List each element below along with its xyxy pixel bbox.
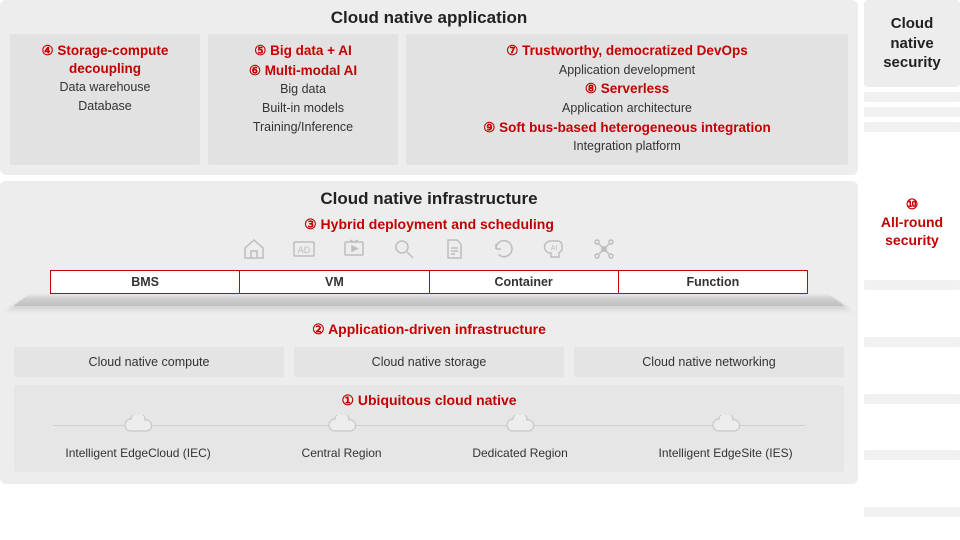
sidebar-title: Cloud native security: [864, 0, 960, 87]
hybrid-section: ③ Hybrid deployment and scheduling AD AI…: [10, 215, 848, 308]
sub-builtin-models: Built-in models: [262, 100, 344, 117]
ai-head-icon: AI: [542, 237, 566, 266]
appdriven-section: ② Application-driven infrastructure Clou…: [10, 320, 848, 376]
sub-app-architecture: Application architecture: [562, 100, 692, 117]
application-title: Cloud native application: [10, 8, 848, 28]
cloud-item-dedicated: Dedicated Region: [472, 415, 567, 460]
cloud-item-iec: Intelligent EdgeCloud (IEC): [65, 415, 210, 460]
sidebar-lower: [864, 257, 960, 540]
cloud-icon: [709, 415, 743, 440]
cloud-item-ies: Intelligent EdgeSite (IES): [659, 415, 793, 460]
compute-function: Function: [619, 270, 808, 294]
document-icon: [442, 237, 466, 266]
sidebar-stripe-icon: [864, 450, 960, 460]
compute-type-row: BMS VM Container Function: [50, 270, 808, 294]
sub-data-warehouse: Data warehouse: [59, 79, 150, 96]
sidebar-stripe-icon: [864, 507, 960, 517]
sub-integration-platform: Integration platform: [573, 138, 681, 155]
heading-storage-compute: ④ Storage-compute decoupling: [16, 42, 194, 77]
tile-storage: Cloud native storage: [294, 347, 564, 377]
sidebar-stripe-icon: [864, 92, 960, 102]
compute-container: Container: [430, 270, 619, 294]
ubiquitous-section: ① Ubiquitous cloud native Intelligent Ed…: [14, 385, 844, 472]
infrastructure-panel: Cloud native infrastructure ③ Hybrid dep…: [0, 181, 858, 484]
heading-multimodal-ai: ⑥ Multi-modal AI: [249, 62, 357, 80]
tv-play-icon: [342, 237, 366, 266]
heading-softbus: ⑨ Soft bus-based heterogeneous integrati…: [483, 119, 770, 137]
svg-text:AI: AI: [551, 245, 558, 252]
tile-networking: Cloud native networking: [574, 347, 844, 377]
heading-ubiquitous: ① Ubiquitous cloud native: [20, 391, 838, 409]
infra-tiles-row: Cloud native compute Cloud native storag…: [14, 347, 844, 377]
tile-compute: Cloud native compute: [14, 347, 284, 377]
workload-icon-row: AD AI: [10, 237, 848, 266]
main-column: Cloud native application ④ Storage-compu…: [0, 0, 858, 540]
sidebar-stripe-icon: [864, 394, 960, 404]
cloud-regions-row: Intelligent EdgeCloud (IEC) Central Regi…: [20, 415, 838, 460]
sub-database: Database: [78, 98, 132, 115]
security-sidebar: Cloud native security ⑩ All-round securi…: [864, 0, 960, 540]
compute-bms: BMS: [50, 270, 240, 294]
sidebar-stripe-icon: [864, 280, 960, 290]
refresh-icon: [492, 237, 516, 266]
drone-icon: [592, 237, 616, 266]
box-devops-serverless: ⑦ Trustworthy, democratized DevOps Appli…: [406, 34, 848, 165]
sidebar-spacer: [864, 87, 960, 187]
cloud-item-central: Central Region: [302, 415, 382, 460]
application-panel: Cloud native application ④ Storage-compu…: [0, 0, 858, 175]
home-icon: [242, 237, 266, 266]
cloud-icon: [121, 415, 155, 440]
cloud-icon: [325, 415, 359, 440]
heading-allround-security: ⑩ All-round security: [864, 187, 960, 258]
heading-appdriven: ② Application-driven infrastructure: [10, 320, 848, 338]
search-icon: [392, 237, 416, 266]
sub-bigdata: Big data: [280, 81, 326, 98]
sidebar-stripe-icon: [864, 122, 960, 132]
sidebar-stripe-icon: [864, 337, 960, 347]
ad-icon: AD: [292, 237, 316, 266]
cloud-icon: [503, 415, 537, 440]
box-bigdata-ai: ⑤ Big data + AI ⑥ Multi-modal AI Big dat…: [208, 34, 398, 165]
svg-text:AD: AD: [298, 245, 311, 255]
application-row: ④ Storage-compute decoupling Data wareho…: [10, 34, 848, 165]
compute-vm: VM: [240, 270, 429, 294]
sidebar-stripe-icon: [864, 107, 960, 117]
sub-app-development: Application development: [559, 62, 695, 79]
heading-serverless: ⑧ Serverless: [585, 80, 669, 98]
box-storage-compute: ④ Storage-compute decoupling Data wareho…: [10, 34, 200, 165]
heading-hybrid: ③ Hybrid deployment and scheduling: [10, 215, 848, 233]
infrastructure-title: Cloud native infrastructure: [10, 189, 848, 209]
heading-devops: ⑦ Trustworthy, democratized DevOps: [506, 42, 747, 60]
heading-bigdata-ai: ⑤ Big data + AI: [254, 42, 352, 60]
sub-training-inference: Training/Inference: [253, 119, 353, 136]
platform-base-icon: [13, 294, 844, 306]
